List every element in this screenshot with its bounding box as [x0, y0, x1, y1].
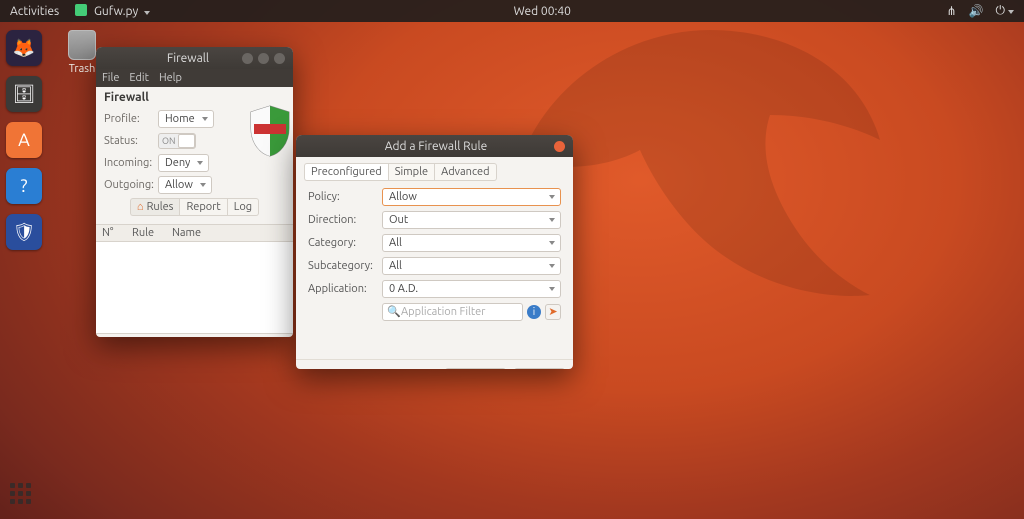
tab-rules[interactable]: ⌂Rules — [130, 198, 180, 216]
shield-icon — [247, 104, 293, 158]
status-toggle[interactable]: ON — [158, 133, 196, 149]
menu-edit[interactable]: Edit — [129, 72, 149, 84]
search-icon: 🔍 — [387, 305, 401, 318]
chevron-down-icon — [200, 183, 206, 187]
trash-icon — [68, 30, 96, 60]
tab-simple[interactable]: Simple — [388, 163, 435, 181]
col-no[interactable]: N° — [96, 225, 126, 241]
col-rule[interactable]: Rule — [126, 225, 166, 241]
network-icon[interactable]: ⋔ — [946, 4, 956, 18]
outgoing-combo[interactable]: Allow — [158, 176, 212, 194]
category-label: Category: — [308, 237, 382, 249]
status-label: Status: — [104, 135, 158, 147]
direction-combo[interactable]: Out — [382, 211, 561, 229]
chevron-down-icon — [144, 11, 150, 15]
tab-preconfigured[interactable]: Preconfigured — [304, 163, 388, 181]
firewall-window: Firewall File Edit Help Firewall Profile… — [96, 47, 293, 337]
dock-firefox[interactable]: 🦊 — [6, 30, 42, 66]
add-button[interactable]: Add — [514, 368, 565, 369]
volume-icon[interactable]: 🔊 — [969, 4, 984, 18]
chevron-down-icon — [549, 218, 555, 222]
col-name[interactable]: Name — [166, 225, 293, 241]
minimize-button[interactable] — [242, 53, 253, 64]
firewall-window-title: Firewall — [134, 52, 242, 65]
direction-label: Direction: — [308, 214, 382, 226]
close-button[interactable]: Close — [445, 368, 506, 369]
application-label: Application: — [308, 283, 382, 295]
go-icon[interactable]: ➤ — [545, 304, 561, 320]
menu-help[interactable]: Help — [159, 72, 182, 84]
dock-gufw[interactable]: 🛡 — [6, 214, 42, 250]
chevron-down-icon — [549, 241, 555, 245]
dock-help[interactable]: ? — [6, 168, 42, 204]
chevron-down-icon — [197, 161, 203, 165]
chevron-down-icon — [549, 195, 555, 199]
chevron-down-icon — [202, 117, 208, 121]
chevron-down-icon — [549, 287, 555, 291]
policy-label: Policy: — [308, 191, 382, 203]
activities-button[interactable]: Activities — [10, 5, 59, 18]
rules-list[interactable] — [96, 242, 293, 334]
application-filter-input[interactable]: 🔍 Application Filter — [382, 303, 523, 321]
tab-log[interactable]: Log — [228, 198, 259, 216]
firewall-titlebar[interactable]: Firewall — [96, 47, 293, 69]
subcategory-label: Subcategory: — [308, 260, 382, 272]
info-icon[interactable]: i — [527, 305, 541, 319]
show-applications-button[interactable] — [10, 483, 36, 509]
outgoing-label: Outgoing: — [104, 179, 158, 191]
dialog-title: Add a Firewall Rule — [318, 140, 554, 153]
power-icon[interactable]: ⏻ — [996, 4, 1015, 18]
close-button[interactable] — [274, 53, 285, 64]
tab-advanced[interactable]: Advanced — [435, 163, 496, 181]
incoming-label: Incoming: — [104, 157, 158, 169]
add-rule-dialog: Add a Firewall Rule Preconfigured Simple… — [296, 135, 573, 369]
category-combo[interactable]: All — [382, 234, 561, 252]
menu-file[interactable]: File — [102, 72, 119, 84]
focused-app-indicator[interactable]: Gufw.py — [75, 4, 150, 18]
incoming-combo[interactable]: Deny — [158, 154, 209, 172]
subcategory-combo[interactable]: All — [382, 257, 561, 275]
policy-combo[interactable]: Allow — [382, 188, 561, 206]
launcher-dock: 🦊 🗄 A ? 🛡 — [0, 22, 48, 519]
rules-list-header: N° Rule Name — [96, 224, 293, 242]
home-icon: ⌂ — [137, 201, 144, 213]
maximize-button[interactable] — [258, 53, 269, 64]
focused-app-name: Gufw.py — [94, 5, 138, 18]
application-combo[interactable]: 0 A.D. — [382, 280, 561, 298]
top-bar: Activities Gufw.py Wed 00:40 ⋔ 🔊 ⏻ — [0, 0, 1024, 22]
tab-report[interactable]: Report — [179, 198, 227, 216]
chevron-down-icon — [549, 264, 555, 268]
dock-files[interactable]: 🗄 — [6, 76, 42, 112]
dialog-close-icon[interactable] — [554, 141, 565, 152]
gufw-icon — [75, 4, 87, 16]
profile-label: Profile: — [104, 113, 158, 125]
clock[interactable]: Wed 00:40 — [514, 5, 571, 18]
firewall-menubar: File Edit Help — [96, 69, 293, 87]
dock-software[interactable]: A — [6, 122, 42, 158]
dialog-titlebar[interactable]: Add a Firewall Rule — [296, 135, 573, 157]
firewall-heading: Firewall — [96, 87, 293, 104]
profile-combo[interactable]: Home — [158, 110, 214, 128]
